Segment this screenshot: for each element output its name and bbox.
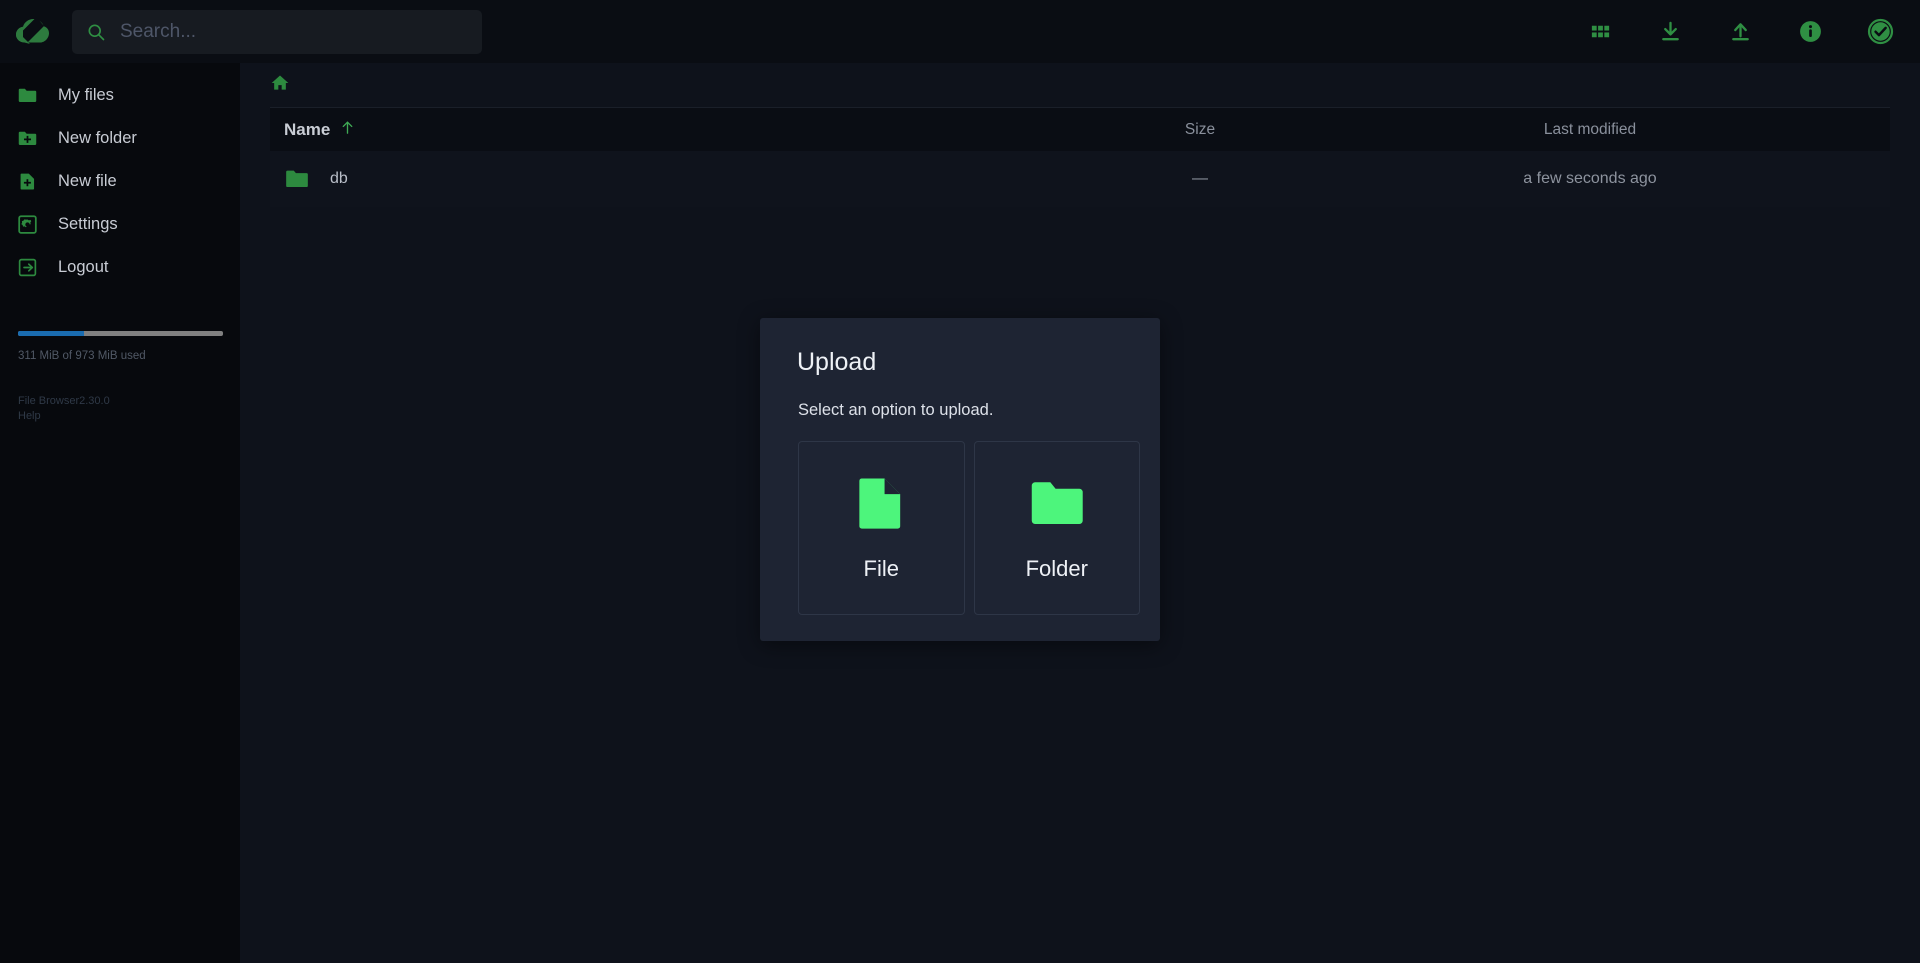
storage-progress-bar bbox=[18, 331, 223, 336]
table-row[interactable]: db — a few seconds ago bbox=[270, 151, 1890, 207]
folder-icon bbox=[1028, 474, 1086, 532]
download-button[interactable] bbox=[1656, 18, 1684, 46]
dialog-title: Upload bbox=[797, 348, 877, 376]
sidebar-item-settings[interactable]: Settings bbox=[0, 203, 240, 246]
row-name-label: db bbox=[330, 170, 348, 187]
file-plus-icon bbox=[16, 171, 38, 193]
upload-option-label: File bbox=[863, 556, 899, 581]
product-version-label: File Browser2.30.0 bbox=[18, 395, 110, 407]
sidebar-nav: My files New folder New file Settings Lo… bbox=[0, 63, 240, 289]
upload-folder-option[interactable]: Folder bbox=[973, 441, 1140, 615]
sidebar-item-label: New folder bbox=[58, 129, 137, 147]
storage-usage-text: 311 MiB of 973 MiB used bbox=[18, 350, 146, 362]
sidebar: My files New folder New file Settings Lo… bbox=[0, 63, 240, 963]
sidebar-item-new-file[interactable]: New file bbox=[0, 160, 240, 203]
upload-icon bbox=[1731, 23, 1749, 41]
sidebar-item-my-files[interactable]: My files bbox=[0, 74, 240, 117]
row-size-cell: — bbox=[1192, 170, 1208, 187]
sidebar-item-label: Settings bbox=[58, 215, 118, 233]
arrow-up-icon bbox=[339, 119, 356, 141]
upload-dialog: Upload Select an option to upload. File bbox=[760, 318, 1160, 641]
sidebar-item-label: New file bbox=[58, 172, 117, 190]
table-header: Name Size Last modified bbox=[270, 107, 1890, 151]
column-label-name: Name bbox=[284, 119, 331, 139]
check-circle-icon bbox=[1867, 18, 1893, 45]
header-actions bbox=[1586, 18, 1920, 46]
info-circle-icon bbox=[1799, 21, 1821, 42]
help-link[interactable]: Help bbox=[18, 409, 222, 424]
dialog-subtitle: Select an option to upload. bbox=[798, 401, 994, 419]
file-listing: Name Size Last modified db — a few secon… bbox=[270, 107, 1890, 207]
storage-usage: 311 MiB of 973 MiB used bbox=[0, 331, 240, 362]
upload-button[interactable] bbox=[1726, 18, 1754, 46]
app-logo[interactable] bbox=[0, 0, 64, 63]
column-header-name[interactable]: Name bbox=[270, 119, 1060, 141]
search-icon bbox=[86, 22, 106, 42]
column-header-last-modified[interactable]: Last modified bbox=[1340, 121, 1840, 139]
file-icon bbox=[854, 474, 908, 532]
sidebar-item-new-folder[interactable]: New folder bbox=[0, 117, 240, 160]
upload-option-label: Folder bbox=[1025, 556, 1088, 581]
app-header bbox=[0, 0, 1920, 63]
grid-icon bbox=[1591, 25, 1609, 38]
grid-view-button[interactable] bbox=[1586, 18, 1614, 46]
upload-options: File Folder bbox=[780, 441, 1140, 615]
column-header-size[interactable]: Size bbox=[1060, 121, 1340, 139]
search-bar[interactable] bbox=[72, 9, 482, 54]
info-button[interactable] bbox=[1796, 18, 1824, 46]
gear-icon bbox=[16, 214, 38, 236]
cloud-k-logo-icon bbox=[16, 16, 49, 45]
logout-icon bbox=[16, 257, 38, 279]
row-modified-cell: a few seconds ago bbox=[1523, 170, 1657, 187]
upload-file-option[interactable]: File bbox=[798, 441, 965, 615]
storage-progress-fill bbox=[18, 331, 84, 336]
sidebar-item-label: My files bbox=[58, 86, 114, 104]
folder-icon bbox=[284, 166, 310, 192]
sidebar-item-label: Logout bbox=[58, 258, 109, 276]
search-input[interactable] bbox=[120, 20, 468, 43]
sidebar-item-logout[interactable]: Logout bbox=[0, 246, 240, 289]
breadcrumb bbox=[240, 63, 1920, 107]
download-icon bbox=[1661, 21, 1679, 41]
row-name-cell: db bbox=[270, 166, 1060, 192]
home-icon[interactable] bbox=[270, 73, 290, 98]
folder-plus-icon bbox=[16, 128, 38, 150]
sidebar-footer: File Browser2.30.0 Help bbox=[0, 394, 240, 423]
folder-icon bbox=[16, 85, 38, 107]
select-all-button[interactable] bbox=[1866, 18, 1894, 46]
